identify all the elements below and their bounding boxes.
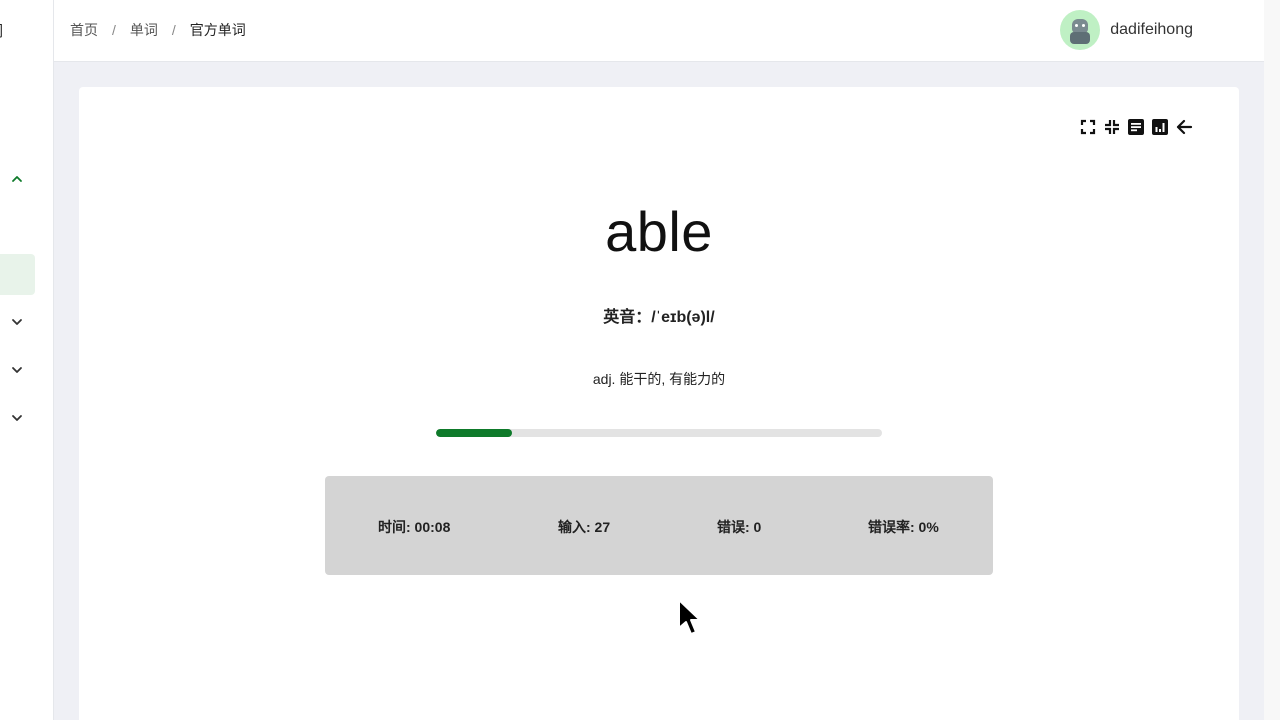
breadcrumb-home[interactable]: 首页 [70,20,98,40]
back-arrow-icon[interactable] [1175,118,1193,136]
avatar[interactable] [1060,10,1101,50]
breadcrumb-separator: / [171,22,176,38]
progress-bar [436,429,882,437]
word-practice-card: able 英音：/ˈeɪb(ə)l/ adj. 能干的, 有能力的 时间: 00… [79,87,1239,720]
mouse-cursor-icon [678,599,701,635]
stat-input: 输入: 27 [558,519,611,535]
app: 词 首页 / 单词 / 官方单词 [0,0,1280,720]
exit-fullscreen-icon[interactable] [1103,118,1121,136]
stat-errors: 错误: 0 [717,519,762,535]
stat-error-rate: 错误率: 0% [868,519,939,535]
avatar-body-shape [1070,32,1091,44]
chevron-down-icon[interactable] [10,315,24,329]
chevron-down-icon[interactable] [10,363,24,377]
chevron-up-icon[interactable] [10,172,24,186]
breadcrumb-separator: / [112,22,116,38]
scrollbar[interactable] [1264,0,1280,720]
chevron-down-icon[interactable] [10,411,24,425]
card-toolbar [1079,118,1193,136]
main-content: able 英音：/ˈeɪb(ə)l/ adj. 能干的, 有能力的 时间: 00… [54,62,1264,720]
sidebar-title: 词 [0,20,3,41]
stats-panel: 时间: 00:08 输入: 27 错误: 0 错误率: 0% [325,476,993,575]
sidebar: 词 [0,0,54,720]
word-meaning: adj. 能干的, 有能力的 [592,371,726,387]
fullscreen-icon[interactable] [1079,118,1097,136]
breadcrumb-words[interactable]: 单词 [130,20,158,40]
breadcrumb-current: 官方单词 [189,22,246,38]
user-menu[interactable]: dadifeihong [1060,10,1193,50]
word-phonetic: 英音：/ˈeɪb(ə)l/ [603,309,715,326]
document-icon[interactable] [1127,118,1145,136]
breadcrumb: 首页 / 单词 / 官方单词 [70,20,246,40]
sidebar-item-active[interactable] [0,254,35,295]
chart-icon[interactable] [1151,118,1169,136]
stat-time: 时间: 00:08 [378,519,451,535]
header: 首页 / 单词 / 官方单词 dadifeihong [54,0,1264,62]
username[interactable]: dadifeihong [1110,21,1193,39]
word-text: able [605,200,713,263]
progress-bar-fill [436,429,512,437]
